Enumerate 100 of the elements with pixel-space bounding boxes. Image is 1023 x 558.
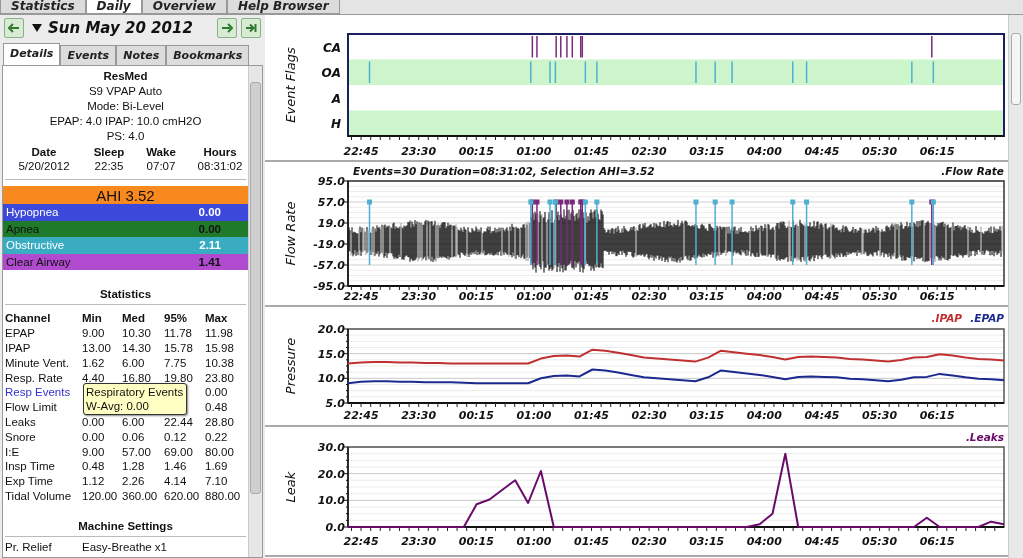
tab[interactable]: Overview bbox=[141, 0, 227, 14]
table-cell-text: 6.00 bbox=[122, 355, 146, 371]
column-header: Date bbox=[31, 145, 57, 159]
axis-tick-label: 22:45 bbox=[343, 290, 379, 303]
axis-tick-label: 23:30 bbox=[401, 290, 437, 303]
table-cell: 07:07 bbox=[146, 159, 176, 173]
axis-tick-label: 04:00 bbox=[746, 409, 782, 422]
axis-tick-label: 05:30 bbox=[862, 409, 898, 422]
table-cell-text: 16.80 bbox=[122, 370, 152, 386]
channel-name: Resp. Rate bbox=[5, 370, 64, 386]
axis-tick-label: 00:15 bbox=[458, 290, 494, 303]
tab[interactable]: Details bbox=[3, 43, 61, 65]
column-header: Hours bbox=[203, 145, 237, 159]
tab[interactable]: Statistics bbox=[0, 0, 86, 14]
axis-tick-label: 22:45 bbox=[343, 535, 379, 548]
column-header: 95% bbox=[164, 311, 189, 327]
axis-tick-label: 5.0 bbox=[325, 397, 345, 410]
table-cell-text: 11.78 bbox=[164, 326, 193, 341]
scrollbar[interactable] bbox=[1008, 15, 1023, 558]
axis-tick-label: 05:30 bbox=[862, 145, 898, 158]
table-cell-text: 620.00 bbox=[164, 488, 201, 504]
table-cell-text: 2.26 bbox=[122, 474, 146, 489]
column-header: Med bbox=[122, 311, 146, 327]
table-cell-text: 22.44 bbox=[164, 414, 194, 430]
legend-label: .EPAP bbox=[970, 312, 1004, 324]
axis-tick-label: 03:15 bbox=[689, 290, 725, 303]
setting-value: Easy-Breathe x1 bbox=[82, 540, 168, 553]
axis-tick-label: 05:30 bbox=[862, 535, 898, 548]
index-value: 0.00 bbox=[198, 206, 221, 219]
axis-tick-label: 0.0 bbox=[325, 521, 345, 534]
axis-tick-label: 06:15 bbox=[919, 409, 955, 422]
tab[interactable]: Help Browser bbox=[226, 0, 340, 14]
date-dropdown[interactable]: Sun May 20 2012 bbox=[28, 19, 197, 37]
arrow-to-bar-icon bbox=[245, 23, 257, 33]
column-header: Min bbox=[82, 311, 103, 327]
table-cell-text: 0.48 bbox=[205, 400, 229, 415]
axis-tick-label: 04:45 bbox=[804, 535, 840, 548]
axis-tick-label: 22:45 bbox=[343, 145, 379, 158]
channel-name: EPAP bbox=[5, 326, 36, 341]
last-day-button[interactable] bbox=[241, 18, 261, 38]
table-cell-text: 11.98 bbox=[205, 326, 234, 341]
axis-title: Event Flags bbox=[283, 47, 298, 123]
lane-label: OA bbox=[321, 66, 341, 81]
channel-name: Resp Events bbox=[5, 385, 72, 401]
axis-title: Flow Rate bbox=[283, 201, 298, 266]
setting-name: Pr. Relief bbox=[5, 540, 53, 553]
column-header: Sleep bbox=[93, 145, 125, 159]
next-day-button[interactable] bbox=[217, 18, 237, 38]
table-cell-text: 0.00 bbox=[82, 429, 106, 445]
axis-title: Pressure bbox=[283, 337, 298, 395]
axis-tick-label: 20.0 bbox=[317, 323, 345, 336]
axis-tick-label: 05:30 bbox=[862, 290, 898, 303]
tab[interactable]: Events bbox=[60, 45, 117, 65]
scrollbar[interactable] bbox=[248, 66, 262, 557]
axis-tick-label: 03:15 bbox=[689, 409, 725, 422]
table-cell-text: 10.30 bbox=[122, 326, 152, 341]
channel-name: Insp Time bbox=[5, 459, 56, 475]
chart-summary: Events=30 Duration=08:31:02, Selection AHI=3.52 bbox=[353, 165, 655, 177]
device-info: S9 VPAP Auto bbox=[88, 84, 163, 99]
axis-tick-label: 01:45 bbox=[574, 290, 609, 303]
table-cell-text: 7.10 bbox=[205, 474, 229, 489]
tooltip-text: Respiratory Events bbox=[86, 385, 184, 400]
axis-tick-label: 01:00 bbox=[516, 290, 552, 303]
section-title: Statistics bbox=[5, 288, 246, 306]
axis-tick-label: -19.0 bbox=[313, 238, 345, 251]
axis-tick-label: 10.0 bbox=[317, 494, 345, 508]
previous-day-button[interactable] bbox=[4, 18, 24, 38]
table-cell-text: 7.75 bbox=[164, 355, 188, 371]
index-header: AHI 3.52 bbox=[3, 186, 248, 204]
axis-tick-label: 19.0 bbox=[317, 217, 345, 230]
lane-label: H bbox=[330, 117, 341, 132]
axis-tick-label: 02:30 bbox=[631, 145, 667, 158]
axis-tick-label: 06:15 bbox=[919, 535, 955, 548]
tab[interactable]: Daily bbox=[85, 0, 142, 14]
table-cell-text: 23.80 bbox=[205, 370, 235, 386]
axis-tick-label: 57.0 bbox=[317, 196, 345, 209]
device-brand: ResMed bbox=[103, 69, 148, 84]
index-value: 1.41 bbox=[198, 256, 221, 269]
legend-label: .IPAP bbox=[931, 312, 962, 324]
tab[interactable]: Notes bbox=[116, 45, 167, 65]
tab[interactable]: Bookmarks bbox=[166, 45, 250, 65]
table-cell-text: 15.78 bbox=[164, 340, 194, 356]
axis-tick-label: 02:30 bbox=[631, 409, 667, 422]
device-info: PS: 4.0 bbox=[106, 129, 145, 144]
device-info: Mode: Bi-Level bbox=[87, 99, 164, 114]
table-cell-text: 6.00 bbox=[122, 414, 146, 430]
axis-tick-label: 10.0 bbox=[317, 372, 345, 386]
legend-label: .Leaks bbox=[965, 431, 1004, 443]
axis-tick-label: 01:00 bbox=[516, 535, 552, 548]
table-cell-text: 19.80 bbox=[164, 370, 194, 386]
table-cell-text: 360.00 bbox=[122, 488, 159, 504]
axis-tick-label: 04:45 bbox=[804, 145, 840, 158]
column-header: Max bbox=[205, 311, 229, 327]
device-info: EPAP: 4.0 IPAP: 10.0 cmH2O bbox=[49, 114, 202, 129]
channel-name: Snore bbox=[5, 429, 37, 445]
channel-name: Leaks bbox=[5, 414, 37, 430]
axis-tick-label: 95.0 bbox=[317, 175, 345, 188]
table-cell-text: 1.28 bbox=[122, 459, 146, 475]
table-cell-text: 69.00 bbox=[164, 444, 194, 460]
table-cell-text: 10.38 bbox=[205, 355, 235, 371]
